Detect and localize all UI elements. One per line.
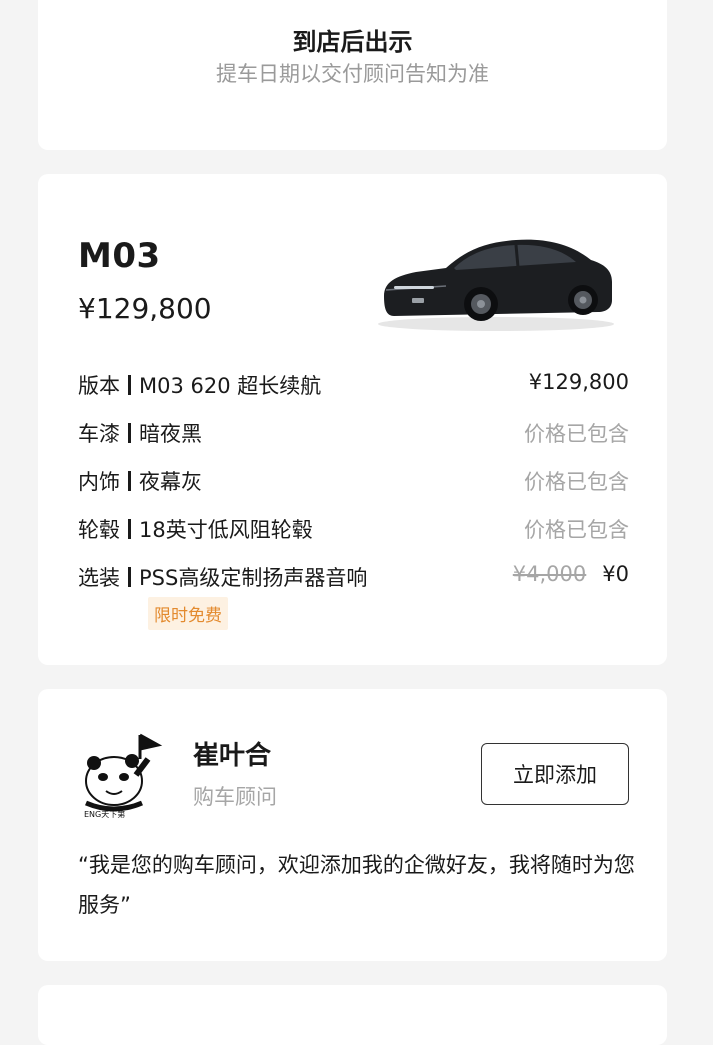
spec-row-paint: 车漆 暗夜黑 价格已包含 bbox=[78, 418, 629, 450]
spec-row-options: 选装 PSS高级定制扬声器音响 ¥4,000 ¥0 bbox=[78, 562, 629, 594]
spec-row-version: 版本 M03 620 超长续航 ¥129,800 bbox=[78, 370, 629, 402]
advisor-name: 崔叶合 bbox=[193, 741, 272, 771]
model-price: ¥129,800 bbox=[78, 292, 212, 325]
spec-label: 轮毂 bbox=[78, 518, 120, 542]
model-name: M03 bbox=[78, 236, 161, 276]
spec-price-included: 价格已包含 bbox=[524, 422, 629, 446]
next-card bbox=[38, 985, 667, 1045]
advisor-card: ENG天下第 崔叶合 购车顾问 立即添加 “我是您的购车顾问，欢迎添加我的企微好… bbox=[38, 689, 667, 961]
separator bbox=[128, 375, 131, 395]
separator bbox=[128, 567, 131, 587]
spec-price-included: 价格已包含 bbox=[524, 470, 629, 494]
car-image bbox=[378, 239, 614, 331]
spec-value: 夜幕灰 bbox=[139, 470, 202, 494]
spec-price: ¥0 bbox=[602, 562, 629, 586]
spec-value: 18英寸低风阻轮毂 bbox=[139, 518, 313, 542]
separator bbox=[128, 471, 131, 491]
spec-label: 车漆 bbox=[78, 422, 120, 446]
spec-label: 选装 bbox=[78, 566, 120, 590]
advisor-avatar[interactable]: ENG天下第 bbox=[78, 729, 168, 819]
avatar-text: ENG天下第 bbox=[84, 809, 125, 819]
pickup-card: 到店后出示 提车日期以交付顾问告知为准 bbox=[38, 0, 667, 150]
add-advisor-button[interactable]: 立即添加 bbox=[481, 743, 629, 805]
original-price: ¥4,000 bbox=[512, 562, 587, 586]
pickup-subtitle: 提车日期以交付顾问告知为准 bbox=[216, 62, 489, 86]
pickup-title: 到店后出示 bbox=[292, 28, 413, 56]
spec-label: 内饰 bbox=[78, 470, 120, 494]
order-card: M03 ¥129,800 版本 M03 620 超长续航 ¥129,800 车漆暗… bbox=[38, 174, 667, 665]
spec-row-wheels: 轮毂 18英寸低风阻轮毂 价格已包含 bbox=[78, 514, 629, 546]
spec-label: 版本 bbox=[78, 374, 120, 398]
spec-value: 暗夜黑 bbox=[139, 422, 202, 446]
separator bbox=[128, 423, 131, 443]
spec-price-included: 价格已包含 bbox=[524, 518, 629, 542]
advisor-message: “我是您的购车顾问，欢迎添加我的企微好友，我将随时为您服务” bbox=[78, 853, 635, 917]
separator bbox=[128, 519, 131, 539]
spec-row-interior: 内饰 夜幕灰 价格已包含 bbox=[78, 466, 629, 498]
spec-value: M03 620 超长续航 bbox=[139, 374, 322, 398]
free-badge: 限时免费 bbox=[148, 597, 228, 630]
spec-price: ¥129,800 bbox=[528, 370, 629, 394]
spec-value: PSS高级定制扬声器音响 bbox=[139, 566, 368, 590]
advisor-role: 购车顾问 bbox=[193, 785, 277, 809]
